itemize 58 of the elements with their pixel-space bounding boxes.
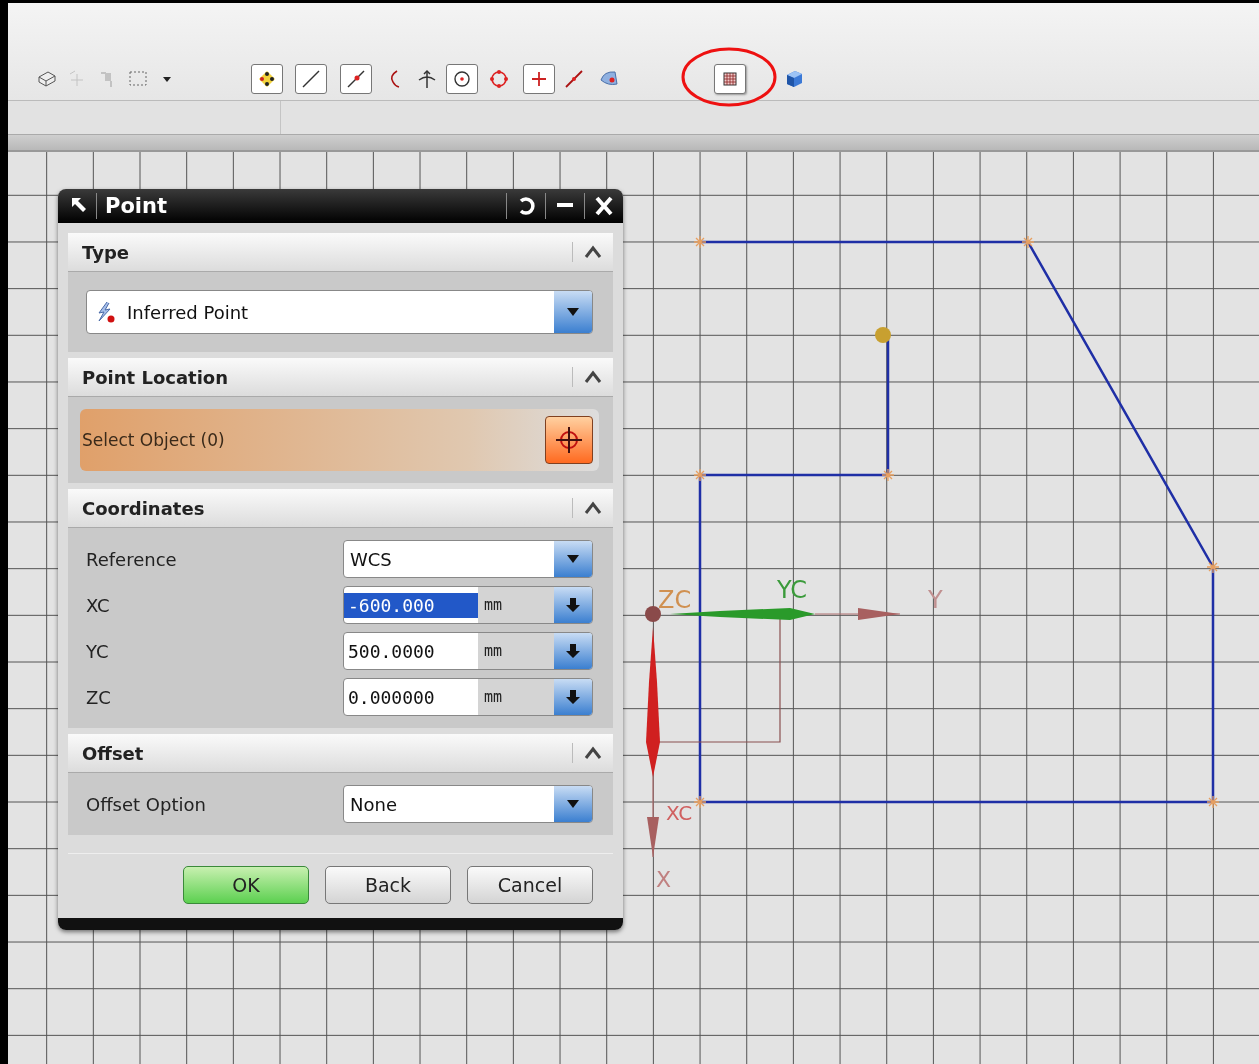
- axis-label: X: [656, 867, 672, 892]
- point-marker: [693, 795, 707, 809]
- dialog-title: Point: [104, 194, 168, 218]
- toolbar-button[interactable]: [446, 64, 478, 94]
- field-value: 0.000000: [347, 685, 436, 710]
- intersection-icon: [416, 68, 438, 90]
- section-header[interactable]: Coordinates: [68, 489, 613, 528]
- section-header[interactable]: Offset: [68, 734, 613, 773]
- field-label: YC: [86, 640, 109, 662]
- number-field[interactable]: 500.0000 mm: [343, 632, 593, 670]
- origin-marker: [645, 606, 661, 622]
- arc-icon: [388, 70, 400, 88]
- field-label: XC: [86, 594, 110, 616]
- circle-quadrant-icon: [488, 68, 510, 90]
- toolbar-button[interactable]: [251, 64, 283, 94]
- crosshair-icon: [554, 425, 584, 455]
- dropdown-value: None: [349, 793, 398, 815]
- field-value: -600.000: [344, 592, 478, 618]
- unit-label: mm: [478, 679, 554, 715]
- point-marker: [1206, 560, 1220, 574]
- point-marker: [1021, 235, 1035, 249]
- select-object-bar[interactable]: Select Object (0): [80, 430, 225, 450]
- point-marker: [1206, 795, 1220, 809]
- axis-label: ZC: [658, 586, 692, 614]
- point-on-line-icon: [345, 68, 367, 90]
- field-label: Offset Option: [86, 793, 206, 815]
- point-marker: [693, 468, 707, 482]
- circle-center-icon: [451, 68, 473, 90]
- unit-label: mm: [478, 587, 554, 623]
- section-title: Point Location: [81, 366, 230, 388]
- type-dropdown[interactable]: Inferred Point: [86, 290, 593, 334]
- dialog-button[interactable]: Cancel: [467, 866, 593, 904]
- section-header[interactable]: Point Location: [68, 358, 613, 397]
- section-title: Type: [81, 241, 130, 263]
- number-field[interactable]: 0.000000 mm: [343, 678, 593, 716]
- dropdown-value: Inferred Point: [127, 301, 250, 323]
- point-marker: [881, 468, 895, 482]
- number-field[interactable]: -600.000 mm: [343, 586, 593, 624]
- field-label: Reference: [86, 548, 177, 570]
- section-header[interactable]: Type: [68, 233, 613, 272]
- section-title: Coordinates: [81, 497, 206, 519]
- dropdown-field[interactable]: WCS: [343, 540, 593, 578]
- dialog-button[interactable]: Back: [325, 866, 451, 904]
- unit-label: mm: [478, 633, 554, 669]
- select-object-button[interactable]: [545, 416, 593, 464]
- point-marker: [693, 235, 707, 249]
- dialog-button[interactable]: OK: [183, 866, 309, 904]
- caret-icon: [162, 75, 172, 83]
- dropdown-field[interactable]: None: [343, 785, 593, 823]
- field-value: 500.0000: [347, 639, 436, 664]
- axis-label: XC: [666, 801, 693, 825]
- segment-icon: [563, 68, 585, 90]
- section-title: Offset: [81, 742, 145, 764]
- pin-icon: [101, 70, 113, 88]
- dropdown-value: WCS: [349, 548, 393, 570]
- field-label: ZC: [86, 686, 111, 708]
- point-marker: [875, 327, 891, 343]
- line-icon: [300, 68, 322, 90]
